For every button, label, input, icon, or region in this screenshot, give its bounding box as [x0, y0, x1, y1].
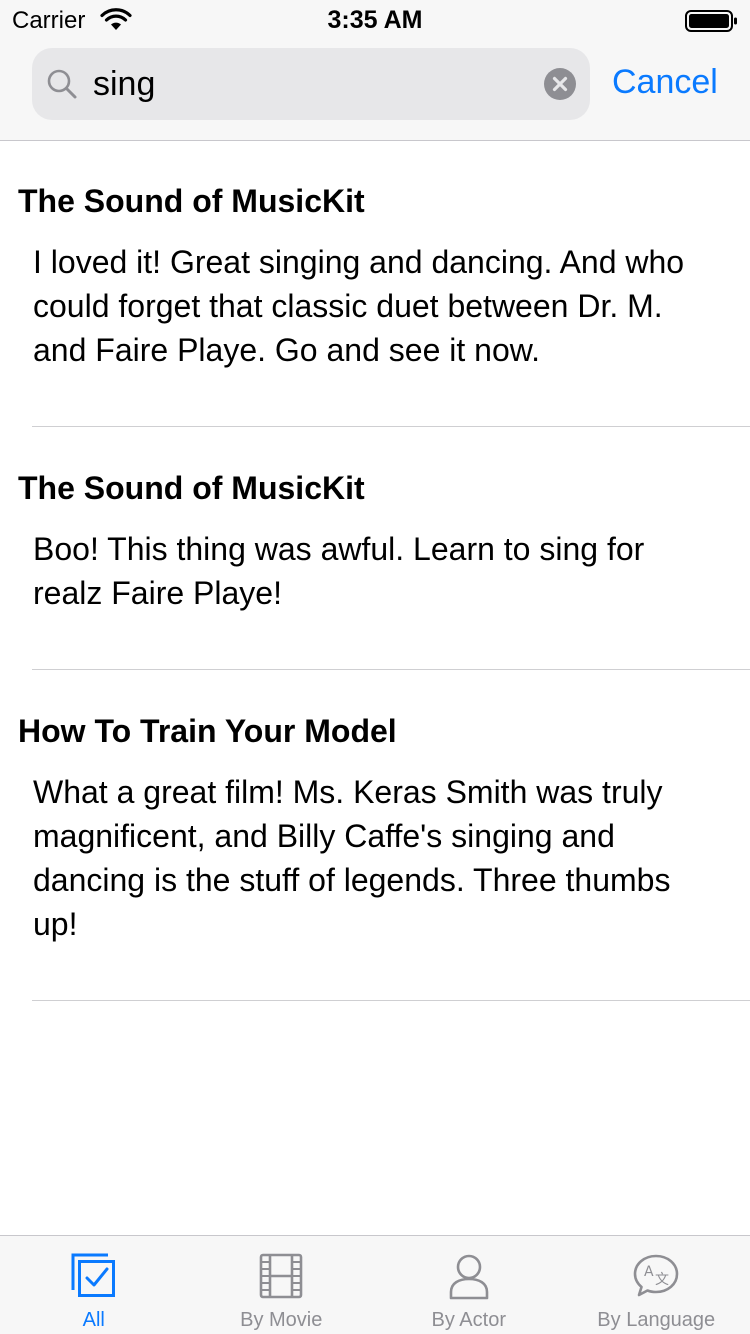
tab-by-language[interactable]: A 文 By Language [563, 1236, 750, 1334]
film-icon [259, 1253, 303, 1299]
tab-label: All [82, 1309, 105, 1331]
list-item[interactable]: How To Train Your Model What a great fil… [0, 670, 750, 1001]
tab-label: By Actor [431, 1309, 506, 1331]
list-item[interactable]: The Sound of MusicKit I loved it! Great … [0, 141, 750, 427]
tab-bar: All By Movie By Actor A 文 By Language [0, 1235, 750, 1334]
movie-title: The Sound of MusicKit [18, 470, 365, 506]
review-text: What a great film! Ms. Keras Smith was t… [33, 774, 671, 942]
status-time: 3:35 AM [327, 6, 423, 34]
list-item[interactable]: The Sound of MusicKit Boo! This thing wa… [0, 427, 750, 670]
search-input[interactable]: sing [93, 64, 155, 104]
search-field[interactable]: sing [32, 48, 590, 120]
person-icon [449, 1254, 489, 1300]
status-bar: Carrier 3:35 AM [0, 0, 750, 40]
clear-icon[interactable] [544, 68, 576, 100]
review-text: Boo! This thing was awful. Learn to sing… [33, 531, 645, 611]
battery-icon [685, 10, 737, 32]
movie-title: How To Train Your Model [18, 713, 397, 749]
tab-by-movie[interactable]: By Movie [188, 1236, 376, 1334]
movie-title: The Sound of MusicKit [18, 183, 365, 219]
svg-text:文: 文 [655, 1272, 669, 1288]
tab-label: By Movie [240, 1309, 323, 1331]
cancel-button[interactable]: Cancel [612, 62, 718, 102]
tab-by-actor[interactable]: By Actor [375, 1236, 563, 1334]
separator [32, 1000, 750, 1001]
results-list: The Sound of MusicKit I loved it! Great … [0, 141, 750, 1001]
review-text: I loved it! Great singing and dancing. A… [33, 244, 685, 368]
checkbox-stack-icon [71, 1253, 115, 1297]
tab-label: By Language [597, 1309, 716, 1331]
svg-text:A: A [644, 1264, 654, 1280]
navigation-header: Carrier 3:35 AM sing Cancel [0, 0, 750, 141]
translate-bubble-icon: A 文 [633, 1254, 679, 1297]
tab-all[interactable]: All [0, 1236, 188, 1334]
search-icon [47, 69, 77, 99]
